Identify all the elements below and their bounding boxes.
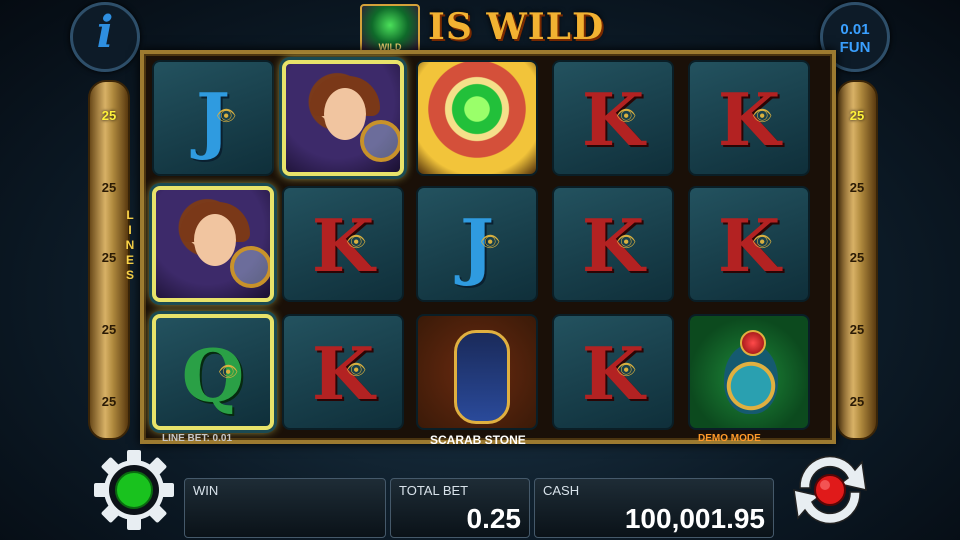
payline-number[interactable]: 25: [838, 250, 876, 265]
eye-of-horus-icon: 👁: [616, 362, 637, 379]
symbol-letter-k: K: [311, 331, 375, 416]
reel-symbol: [688, 314, 810, 430]
payline-number[interactable]: 25: [90, 180, 128, 195]
payline-number[interactable]: 25: [90, 250, 128, 265]
eye-of-horus-icon: 👁: [218, 364, 239, 381]
reel-symbol: [416, 60, 538, 176]
reel-symbol: Q 👁: [152, 314, 274, 430]
reel-symbol: [416, 314, 538, 430]
eye-of-horus-icon: 👁: [346, 362, 367, 379]
settings-button[interactable]: [92, 448, 176, 532]
banner-title: IS WILD: [428, 6, 605, 48]
wild-symbol-badge: WILD: [360, 4, 420, 56]
eye-of-horus-icon: 👁: [480, 234, 501, 251]
reel-symbol: K 👁: [552, 314, 674, 430]
reel-symbol: K 👁: [282, 186, 404, 302]
demo-mode-label: DEMO MODE: [698, 433, 761, 444]
eye-of-horus-icon: 👁: [346, 234, 367, 251]
eye-of-horus-icon: 👁: [216, 108, 237, 125]
reel-symbol: J 👁: [416, 186, 538, 302]
cash-value: 100,001.95: [624, 503, 765, 534]
spin-button[interactable]: [780, 448, 880, 532]
payline-number[interactable]: 25: [90, 322, 128, 337]
reel-symbol: K 👁: [688, 60, 810, 176]
payline-number[interactable]: 25: [838, 180, 876, 195]
gear-icon: [94, 450, 174, 530]
reel-symbol: J 👁: [152, 60, 274, 176]
spin-arrows-icon: [793, 455, 867, 525]
reel-symbol: [282, 60, 404, 176]
eye-of-horus-icon: 👁: [616, 108, 637, 125]
total-bet-value: 0.25: [466, 503, 522, 534]
lines-label: LINES: [125, 208, 135, 282]
payline-number[interactable]: 25: [90, 394, 128, 409]
symbol-letter-k: K: [581, 77, 645, 162]
reel-symbol: K 👁: [552, 60, 674, 176]
symbol-letter-k: K: [311, 203, 375, 288]
cash-display: CASH 100,001.95: [534, 478, 774, 538]
symbol-name-label: SCARAB STONE: [430, 433, 526, 447]
eye-of-horus-icon: 👁: [752, 108, 773, 125]
reel-symbol: K 👁: [552, 186, 674, 302]
payline-number[interactable]: 25: [90, 108, 128, 123]
symbol-letter-k: K: [581, 331, 645, 416]
symbol-letter-k: K: [581, 203, 645, 288]
coin-value: 0.01: [840, 21, 870, 38]
eye-of-horus-icon: 👁: [752, 234, 773, 251]
eye-of-horus-icon: 👁: [616, 234, 637, 251]
win-label: WIN: [193, 483, 219, 498]
win-display: WIN: [184, 478, 386, 538]
symbol-letter-k: K: [717, 77, 781, 162]
total-bet-display[interactable]: TOTAL BET 0.25: [390, 478, 530, 538]
reel-symbol: K 👁: [282, 314, 404, 430]
payline-number[interactable]: 25: [838, 394, 876, 409]
payline-number[interactable]: 25: [838, 322, 876, 337]
info-icon: i: [96, 7, 114, 58]
symbol-letter-k: K: [717, 203, 781, 288]
info-button[interactable]: i: [70, 2, 140, 72]
cash-label: CASH: [543, 483, 580, 498]
reel-symbol: [152, 186, 274, 302]
line-bet-label: LINE BET: 0.01: [162, 433, 233, 444]
total-bet-label: TOTAL BET: [399, 483, 469, 498]
symbol-letter-j: J: [195, 77, 231, 162]
symbol-letter-j: J: [459, 203, 495, 288]
symbol-letter-q: Q: [181, 333, 245, 418]
right-paylines-panel: 25 25 25 25 25: [836, 80, 878, 440]
reel-symbol: K 👁: [688, 186, 810, 302]
payline-number[interactable]: 25: [838, 108, 876, 123]
status-light: [115, 471, 153, 509]
